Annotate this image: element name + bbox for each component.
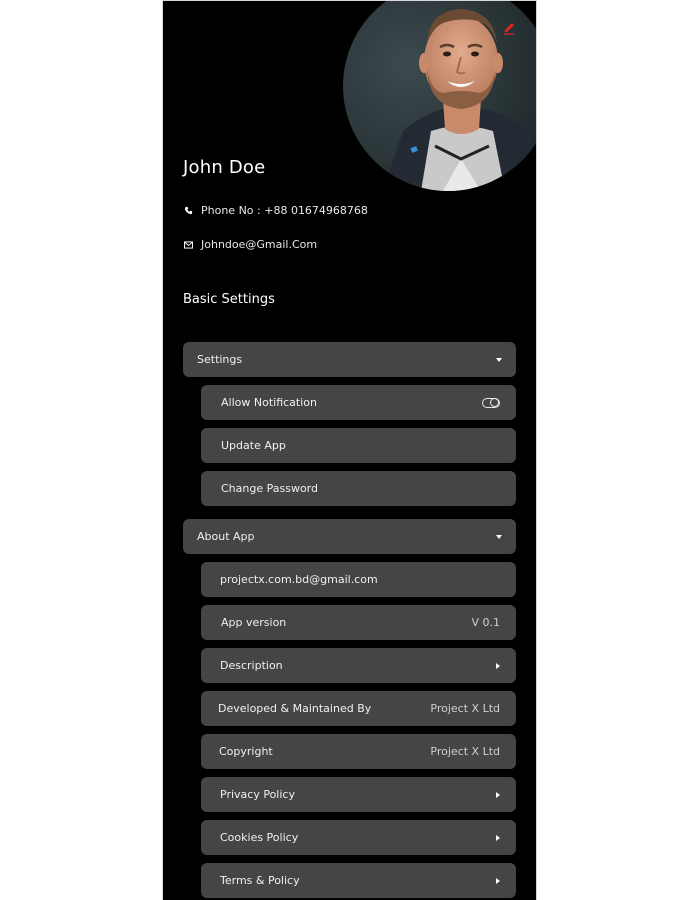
copyright-label: Copyright [219,745,273,758]
settings-label: Settings [197,353,243,366]
pencil-icon [504,23,514,35]
allow-notification-row[interactable]: Allow Notification [201,385,516,420]
app-version-label: App version [221,616,287,629]
update-app-label: Update App [221,439,286,452]
chevron-right-icon [496,877,500,884]
email-text: Johndoe@Gmail.Com [201,238,318,251]
chevron-right-icon [496,791,500,798]
chevron-down-icon [496,534,502,539]
profile-name: John Doe [183,157,266,178]
cookies-policy-label: Cookies Policy [220,831,299,844]
basic-settings-heading: Basic Settings [183,292,275,307]
app-version-value: V 0.1 [471,616,500,629]
description-row[interactable]: Description [201,648,516,683]
toggle-icon[interactable] [482,397,500,408]
update-app-row[interactable]: Update App [201,428,516,463]
change-password-label: Change Password [221,482,318,495]
about-app-dropdown[interactable]: About App [183,519,516,554]
developed-by-value: Project X Ltd [430,702,500,715]
terms-policy-row[interactable]: Terms & Policy [201,863,516,898]
privacy-policy-row[interactable]: Privacy Policy [201,777,516,812]
chevron-right-icon [496,662,500,669]
profile-settings-screen: John Doe Phone No : +88 01674968768 John… [163,1,536,900]
phone-text: Phone No : +88 01674968768 [201,204,368,217]
cookies-policy-row[interactable]: Cookies Policy [201,820,516,855]
contact-email-row[interactable]: projectx.com.bd@gmail.com [201,562,516,597]
developed-by-row: Developed & Maintained By Project X Ltd [201,691,516,726]
copyright-row: Copyright Project X Ltd [201,734,516,769]
phone-row: Phone No : +88 01674968768 [183,204,368,217]
edit-profile-button[interactable] [500,18,518,36]
app-version-row: App version V 0.1 [201,605,516,640]
phone-icon [183,206,193,216]
copyright-value: Project X Ltd [430,745,500,758]
chevron-down-icon [496,357,502,362]
chevron-right-icon [496,834,500,841]
about-app-label: About App [197,530,255,543]
allow-notification-label: Allow Notification [221,396,317,409]
change-password-row[interactable]: Change Password [201,471,516,506]
developed-by-label: Developed & Maintained By [218,702,372,715]
mail-icon [183,240,193,250]
contact-email-label: projectx.com.bd@gmail.com [220,573,378,586]
privacy-policy-label: Privacy Policy [220,788,295,801]
settings-dropdown[interactable]: Settings [183,342,516,377]
terms-policy-label: Terms & Policy [220,874,300,887]
email-row: Johndoe@Gmail.Com [183,238,317,251]
description-label: Description [220,659,283,672]
